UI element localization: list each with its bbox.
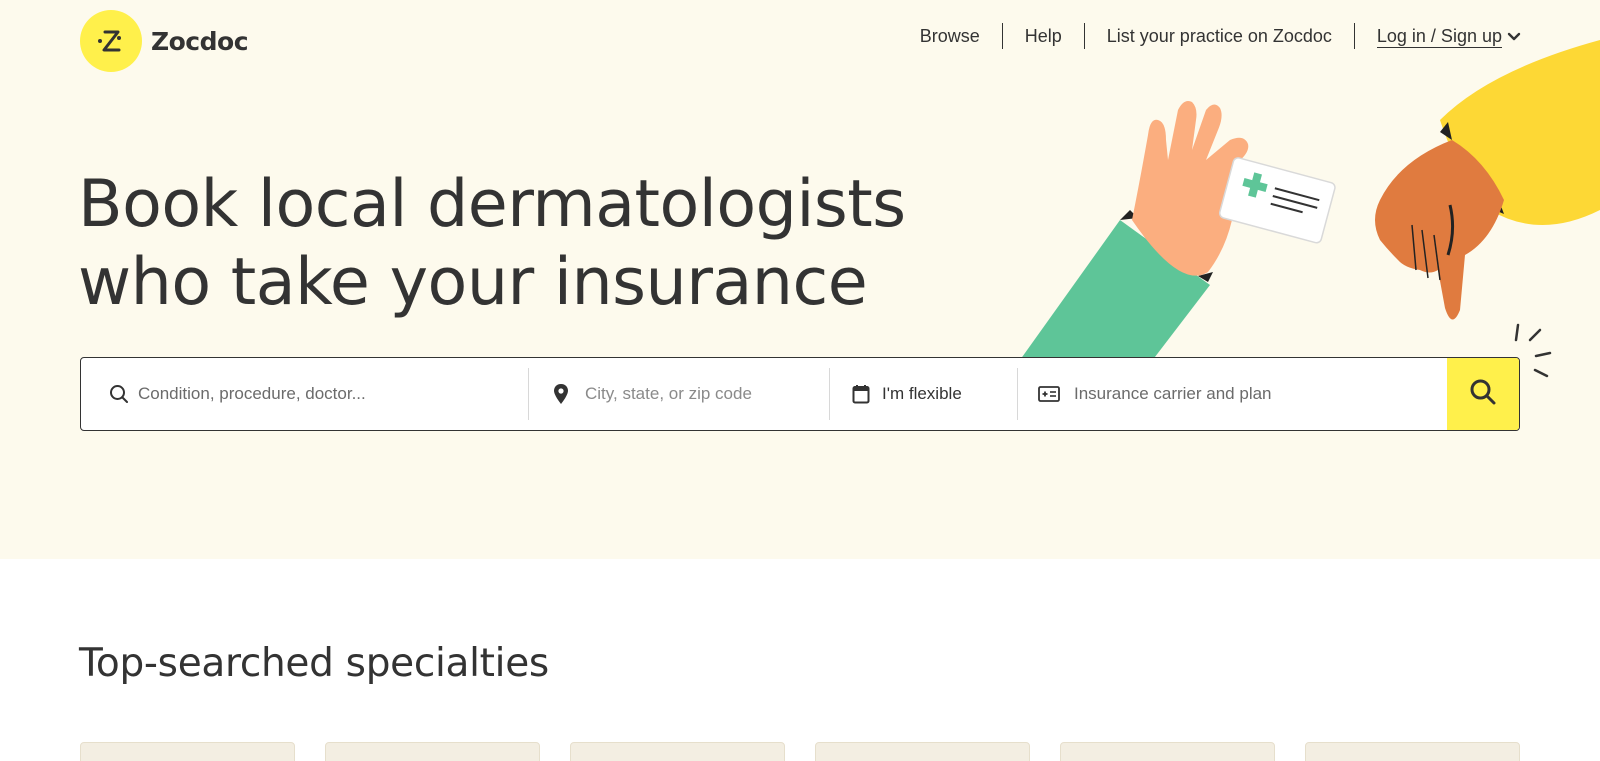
condition-input-placeholder: Condition, procedure, doctor...: [138, 384, 366, 403]
headline-line-2: who take your insurance: [78, 245, 868, 320]
specialty-card[interactable]: [1060, 742, 1275, 761]
specialty-card[interactable]: [325, 742, 540, 761]
specialty-card[interactable]: [815, 742, 1030, 761]
nav-browse[interactable]: Browse: [898, 23, 1002, 49]
insurance-card-icon: [1038, 386, 1060, 402]
location-input-placeholder: City, state, or zip code: [585, 384, 752, 403]
brand-name: Zocdoc: [151, 26, 249, 56]
specialty-card[interactable]: [570, 742, 785, 761]
zocdoc-logo-icon: [80, 10, 142, 72]
page-headline: Book local dermatologists who take your …: [78, 166, 906, 322]
headline-line-1: Book local dermatologists: [78, 167, 906, 242]
calendar-icon: [852, 384, 870, 404]
insurance-input-placeholder: Insurance carrier and plan: [1074, 384, 1272, 403]
search-icon: [109, 384, 129, 404]
search-button[interactable]: [1447, 358, 1519, 430]
date-field[interactable]: I'm flexible: [830, 358, 1017, 430]
search-icon: [1469, 378, 1497, 410]
section-title: Top-searched specialties: [79, 641, 549, 686]
insurance-field[interactable]: Insurance carrier and plan: [1018, 358, 1447, 430]
specialty-card[interactable]: [1305, 742, 1520, 761]
search-bar: Condition, procedure, doctor... City, st…: [80, 357, 1520, 431]
map-pin-icon: [553, 383, 569, 405]
hero-section: Zocdoc Browse Help List your practice on…: [0, 0, 1600, 559]
specialty-cards: [80, 742, 1550, 761]
specialty-card[interactable]: [80, 742, 295, 761]
location-field[interactable]: City, state, or zip code: [529, 358, 829, 430]
hero-illustration: [1020, 40, 1600, 378]
condition-search-field[interactable]: Condition, procedure, doctor...: [81, 358, 528, 430]
zocdoc-logo[interactable]: Zocdoc: [80, 10, 249, 72]
date-value: I'm flexible: [882, 384, 962, 403]
